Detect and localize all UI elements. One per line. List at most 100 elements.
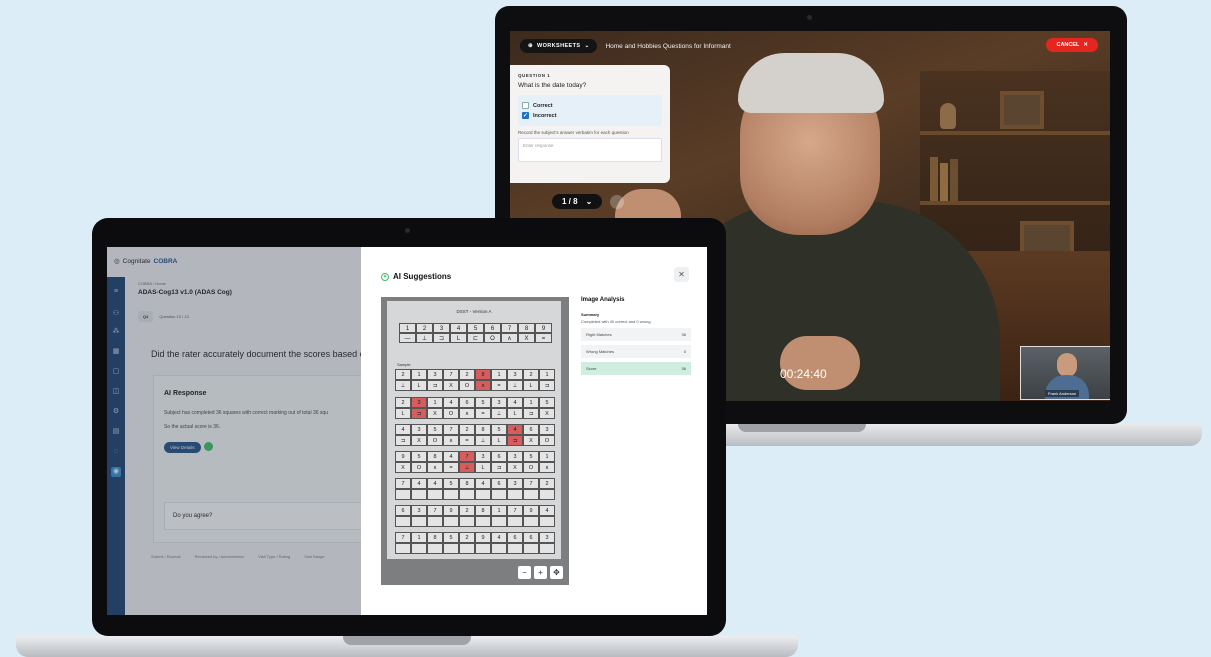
key-number: 5 bbox=[467, 323, 484, 333]
answer-symbol-cell bbox=[507, 489, 523, 500]
answer-symbol-cell: O bbox=[523, 462, 539, 473]
sample-label: Sample bbox=[397, 362, 411, 367]
key-number: 6 bbox=[484, 323, 501, 333]
answer-symbol-cell: L bbox=[395, 408, 411, 419]
zoom-out-button[interactable]: − bbox=[518, 566, 531, 579]
checkbox[interactable] bbox=[522, 102, 529, 109]
question-number: QUESTION 1 bbox=[518, 73, 551, 78]
answer-cell: 1 bbox=[491, 369, 507, 380]
score-row: Score 36 bbox=[581, 362, 691, 375]
answer-symbol-cell: X bbox=[539, 408, 555, 419]
response-input[interactable]: Enter response bbox=[518, 138, 662, 162]
answer-symbol-cell: X bbox=[443, 380, 459, 391]
key-number: 8 bbox=[518, 323, 535, 333]
answer-symbol-cell: O bbox=[539, 435, 555, 446]
summary-label: Summary bbox=[581, 312, 600, 317]
right-matches-row: Right Matches 36 bbox=[581, 328, 691, 341]
answer-symbol-row: ⊥ L ⊐ X O ∧ = ⊥ L ⊐ bbox=[395, 380, 555, 391]
row-label: Right Matches bbox=[586, 332, 612, 337]
answer-cell: 5 bbox=[411, 451, 427, 462]
zoom-in-button[interactable]: + bbox=[534, 566, 547, 579]
answer-symbol-cell bbox=[459, 489, 475, 500]
key-number: 4 bbox=[450, 323, 467, 333]
front-laptop: ◎ Cognitate COBRA ≡ ⚇ ⁂ ▦ ▢ ◫ ⚙ ▤ ◌ ◉ CO… bbox=[92, 218, 726, 636]
key-symbol: = bbox=[535, 333, 552, 343]
record-hint: Record the subject's answer verbatim for… bbox=[518, 130, 629, 135]
worksheet-dropdown[interactable]: ⊕ WORKSHEETS ⌄ bbox=[520, 39, 598, 53]
answer-symbol-cell: L bbox=[507, 408, 523, 419]
worksheet-icon: ⊕ bbox=[528, 43, 534, 49]
row-label: Score bbox=[586, 366, 597, 371]
answer-symbol-cell bbox=[411, 543, 427, 554]
answer-symbol-cell: ⊐ bbox=[507, 435, 523, 446]
next-page-button[interactable] bbox=[610, 194, 625, 209]
key-symbol: X bbox=[518, 333, 535, 343]
row-value: 36 bbox=[681, 332, 686, 337]
answer-symbol-cell bbox=[539, 489, 555, 500]
answer-symbol-cell: L bbox=[491, 435, 507, 446]
answer-symbol-row bbox=[395, 489, 555, 500]
answer-cell: 8 bbox=[475, 505, 491, 516]
call-timer: 00:24:40 bbox=[780, 367, 827, 381]
flagged-cell: 8 bbox=[475, 369, 491, 380]
answer-cell: 3 bbox=[539, 532, 555, 543]
cancel-label: CANCEL bbox=[1056, 42, 1080, 48]
answer-cell: 7 bbox=[395, 478, 411, 489]
close-icon[interactable]: ✕ bbox=[674, 267, 689, 282]
checkbox-checked[interactable]: ✓ bbox=[522, 112, 529, 119]
answer-cell: 3 bbox=[539, 424, 555, 435]
app-screen: ◎ Cognitate COBRA ≡ ⚇ ⁂ ▦ ▢ ◫ ⚙ ▤ ◌ ◉ CO… bbox=[107, 247, 707, 615]
key-number: 9 bbox=[535, 323, 552, 333]
answer-cell: 3 bbox=[507, 451, 523, 462]
answer-cell: 9 bbox=[443, 505, 459, 516]
answer-symbol-row: ⊐ X O ∧ = ⊥ L ⊐ X O bbox=[395, 435, 555, 446]
answer-symbol-cell: ⊐ bbox=[539, 380, 555, 391]
answer-symbol-cell: ⊐ bbox=[491, 462, 507, 473]
answer-cell: 3 bbox=[411, 424, 427, 435]
answer-symbol-cell bbox=[427, 516, 443, 527]
answer-cell: 4 bbox=[475, 478, 491, 489]
answer-symbol-cell bbox=[475, 489, 491, 500]
camera-dot bbox=[405, 228, 410, 233]
option-incorrect[interactable]: ✓ Incorrect bbox=[522, 112, 658, 119]
answer-symbol-row bbox=[395, 543, 555, 554]
key-symbol: ⊥ bbox=[416, 333, 433, 343]
answer-symbol-cell: O bbox=[459, 380, 475, 391]
answer-symbol-cell bbox=[427, 489, 443, 500]
answer-symbol-cell bbox=[427, 543, 443, 554]
app-background: ◎ Cognitate COBRA ≡ ⚇ ⁂ ▦ ▢ ◫ ⚙ ▤ ◌ ◉ CO… bbox=[107, 247, 380, 615]
answer-cell: 4 bbox=[507, 397, 523, 408]
answer-grid-row: 7185294663 bbox=[395, 532, 555, 543]
answer-cell: 7 bbox=[443, 369, 459, 380]
option-correct[interactable]: Correct bbox=[522, 102, 658, 109]
answer-symbol-cell: ⊐ bbox=[411, 408, 427, 419]
answer-cell: 2 bbox=[459, 505, 475, 516]
answer-cell: 3 bbox=[475, 451, 491, 462]
answer-cell: 6 bbox=[459, 397, 475, 408]
ai-sparkle-icon: ✦ bbox=[381, 272, 389, 281]
hand bbox=[780, 336, 860, 390]
answer-cell: 8 bbox=[475, 424, 491, 435]
scanned-worksheet-image[interactable]: DSST - Version A 1 2 3 4 5 6 7 8 9 — ⊥ ⊐… bbox=[381, 297, 569, 585]
move-icon[interactable]: ✥ bbox=[550, 566, 563, 579]
page-selector[interactable]: 1 / 8 ⌄ bbox=[552, 194, 603, 209]
answer-symbol-cell: O bbox=[427, 435, 443, 446]
answer-cell: 6 bbox=[523, 424, 539, 435]
answer-cell: 4 bbox=[395, 424, 411, 435]
answer-grid-row: 2137281321 bbox=[395, 369, 555, 380]
answer-symbol-cell bbox=[395, 543, 411, 554]
answer-cell: 2 bbox=[523, 369, 539, 380]
answer-cell: 3 bbox=[427, 369, 443, 380]
key-number: 7 bbox=[501, 323, 518, 333]
answer-symbol-cell bbox=[539, 516, 555, 527]
answer-symbol-cell: ⊐ bbox=[427, 380, 443, 391]
picture-in-picture[interactable]: Frank Anderson bbox=[1020, 346, 1110, 400]
answer-symbol-cell: ⊥ bbox=[507, 380, 523, 391]
modal-overlay[interactable] bbox=[107, 247, 361, 615]
answer-cell: 6 bbox=[507, 532, 523, 543]
cancel-button[interactable]: CANCEL ✕ bbox=[1046, 38, 1098, 52]
answer-cell: 1 bbox=[411, 369, 427, 380]
answer-cell: 5 bbox=[443, 478, 459, 489]
answer-cell: 4 bbox=[539, 505, 555, 516]
answer-cell: 4 bbox=[491, 532, 507, 543]
